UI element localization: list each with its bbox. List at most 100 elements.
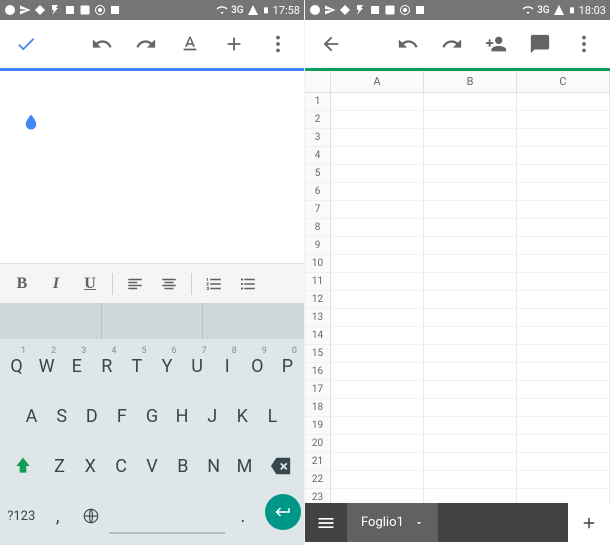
row-header[interactable]: 2 xyxy=(305,111,331,129)
row-header[interactable]: 1 xyxy=(305,93,331,111)
row-header[interactable]: 13 xyxy=(305,309,331,327)
cell[interactable] xyxy=(331,219,424,237)
overflow-menu-button[interactable] xyxy=(260,26,296,62)
comma-key[interactable]: , xyxy=(42,494,72,538)
key-g[interactable]: G xyxy=(138,394,165,438)
cell[interactable] xyxy=(517,111,610,129)
space-key[interactable] xyxy=(109,502,224,534)
cell[interactable] xyxy=(517,399,610,417)
add-sheet-button[interactable] xyxy=(568,503,610,542)
suggestion-slot[interactable] xyxy=(102,303,204,339)
cell[interactable] xyxy=(424,165,517,183)
overflow-menu-button[interactable] xyxy=(566,26,602,62)
cell[interactable] xyxy=(424,201,517,219)
period-key[interactable]: . xyxy=(228,494,258,538)
cell[interactable] xyxy=(331,417,424,435)
cell[interactable] xyxy=(424,129,517,147)
cell[interactable] xyxy=(331,237,424,255)
cell[interactable] xyxy=(331,183,424,201)
cell[interactable] xyxy=(517,201,610,219)
bulleted-list-button[interactable] xyxy=(232,268,264,300)
cell[interactable] xyxy=(517,363,610,381)
cell[interactable] xyxy=(424,147,517,165)
cursor-handle-icon[interactable] xyxy=(22,111,40,137)
cell[interactable] xyxy=(517,309,610,327)
key-w[interactable]: W2 xyxy=(33,344,60,388)
row-header[interactable]: 16 xyxy=(305,363,331,381)
cell[interactable] xyxy=(517,237,610,255)
cell[interactable] xyxy=(424,111,517,129)
key-c[interactable]: C xyxy=(107,444,135,488)
redo-button[interactable] xyxy=(128,26,164,62)
row-header[interactable]: 17 xyxy=(305,381,331,399)
cell[interactable] xyxy=(517,291,610,309)
cell[interactable] xyxy=(517,129,610,147)
key-q[interactable]: Q1 xyxy=(3,344,30,388)
cell[interactable] xyxy=(424,237,517,255)
bold-button[interactable]: B xyxy=(6,268,38,300)
cell[interactable] xyxy=(517,489,610,503)
suggestion-slot[interactable] xyxy=(0,303,102,339)
cell[interactable] xyxy=(331,309,424,327)
key-m[interactable]: M xyxy=(231,444,259,488)
key-h[interactable]: H xyxy=(169,394,196,438)
row-header[interactable]: 19 xyxy=(305,417,331,435)
cell[interactable] xyxy=(331,165,424,183)
row-header[interactable]: 15 xyxy=(305,345,331,363)
globe-key[interactable] xyxy=(76,494,106,538)
row-header[interactable]: 9 xyxy=(305,237,331,255)
row-header[interactable]: 14 xyxy=(305,327,331,345)
back-button[interactable] xyxy=(313,26,349,62)
key-k[interactable]: K xyxy=(229,394,256,438)
row-header[interactable]: 23 xyxy=(305,489,331,503)
cell[interactable] xyxy=(517,273,610,291)
cell[interactable] xyxy=(331,399,424,417)
cell[interactable] xyxy=(424,417,517,435)
column-header[interactable]: B xyxy=(424,71,517,93)
cell[interactable] xyxy=(331,273,424,291)
confirm-button[interactable] xyxy=(8,26,44,62)
cell[interactable] xyxy=(424,399,517,417)
cell[interactable] xyxy=(424,291,517,309)
add-person-button[interactable] xyxy=(478,26,514,62)
cell[interactable] xyxy=(517,93,610,111)
row-header[interactable]: 10 xyxy=(305,255,331,273)
cell[interactable] xyxy=(424,327,517,345)
cell[interactable] xyxy=(331,111,424,129)
align-left-button[interactable] xyxy=(119,268,151,300)
cell[interactable] xyxy=(517,417,610,435)
key-b[interactable]: B xyxy=(169,444,197,488)
text-format-button[interactable] xyxy=(172,26,208,62)
cell[interactable] xyxy=(424,183,517,201)
key-s[interactable]: S xyxy=(48,394,75,438)
sheet-tab[interactable]: Foglio1 xyxy=(347,503,438,542)
undo-button[interactable] xyxy=(84,26,120,62)
cell[interactable] xyxy=(424,363,517,381)
row-header[interactable]: 4 xyxy=(305,147,331,165)
key-f[interactable]: F xyxy=(108,394,135,438)
cell[interactable] xyxy=(331,201,424,219)
add-button[interactable] xyxy=(216,26,252,62)
comment-button[interactable] xyxy=(522,26,558,62)
column-header[interactable]: A xyxy=(331,71,424,93)
cell[interactable] xyxy=(331,435,424,453)
key-y[interactable]: Y6 xyxy=(153,344,180,388)
redo-button[interactable] xyxy=(434,26,470,62)
undo-button[interactable] xyxy=(390,26,426,62)
cell[interactable] xyxy=(331,255,424,273)
key-r[interactable]: R4 xyxy=(93,344,120,388)
key-o[interactable]: O9 xyxy=(244,344,271,388)
cell[interactable] xyxy=(331,363,424,381)
italic-button[interactable]: I xyxy=(40,268,72,300)
cell[interactable] xyxy=(517,219,610,237)
cell[interactable] xyxy=(517,381,610,399)
key-a[interactable]: A xyxy=(18,394,45,438)
key-x[interactable]: X xyxy=(76,444,104,488)
column-header[interactable]: C xyxy=(517,71,610,93)
cell[interactable] xyxy=(517,327,610,345)
document-canvas[interactable] xyxy=(0,71,304,263)
cell[interactable] xyxy=(331,291,424,309)
cell[interactable] xyxy=(331,129,424,147)
row-header[interactable]: 20 xyxy=(305,435,331,453)
cell[interactable] xyxy=(424,219,517,237)
